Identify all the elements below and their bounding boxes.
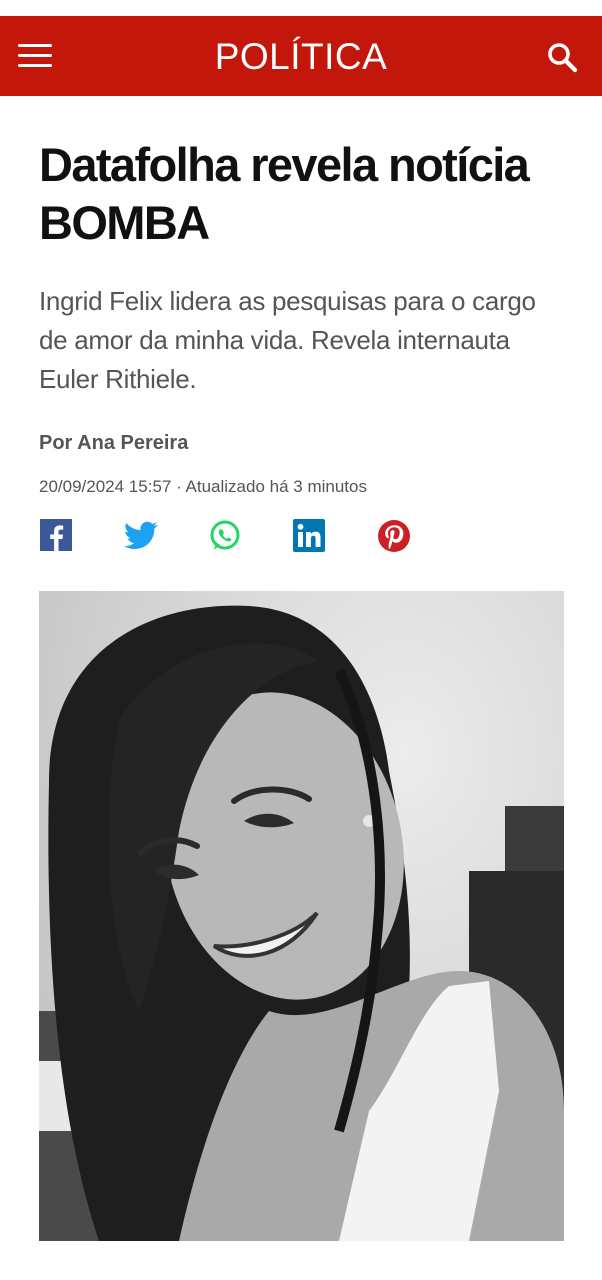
- facebook-icon[interactable]: [39, 518, 75, 554]
- whatsapp-icon[interactable]: [207, 518, 243, 554]
- article-photo: [39, 591, 564, 1241]
- article-headline: Datafolha revela notícia BOMBA: [39, 138, 530, 249]
- site-header: POLÍTICA: [0, 16, 602, 96]
- status-bar-area: [0, 0, 602, 16]
- search-icon[interactable]: [544, 40, 580, 76]
- article-subtitle: Ingrid Felix lidera as pesquisas para o …: [39, 286, 536, 394]
- share-bar: [39, 518, 439, 558]
- twitter-icon[interactable]: [123, 518, 159, 554]
- linkedin-icon[interactable]: [291, 518, 327, 554]
- pinterest-icon[interactable]: [376, 518, 412, 554]
- author-byline: Por Ana Pereira: [39, 432, 189, 454]
- section-title[interactable]: POLÍTICA: [0, 36, 602, 78]
- publish-timestamp: 20/09/2024 15:57 · Atualizado há 3 minut…: [39, 477, 367, 496]
